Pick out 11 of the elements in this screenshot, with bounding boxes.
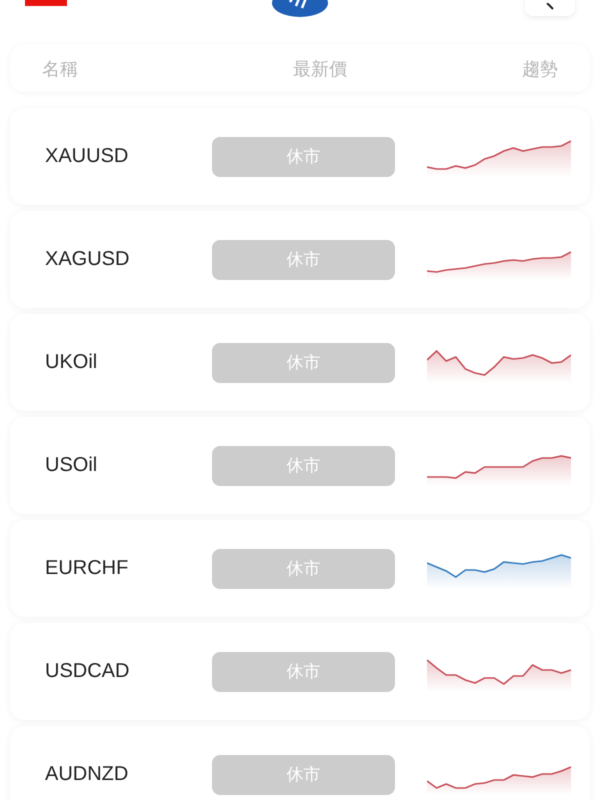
symbol-name: XAGUSD bbox=[44, 248, 130, 271]
symbol-name: UKOil bbox=[44, 351, 98, 374]
column-header: 最新價 bbox=[293, 58, 347, 80]
column-header: 趨勢 bbox=[522, 58, 558, 80]
symbol-name: XAUUSD bbox=[44, 145, 130, 168]
symbol-name: USOil bbox=[44, 454, 98, 477]
column-header: 名稱 bbox=[42, 58, 78, 80]
symbol-name: EURCHF bbox=[44, 557, 130, 580]
symbol-name: USDCAD bbox=[44, 660, 130, 683]
symbol-name: AUDNZD bbox=[44, 763, 130, 786]
logo-icon bbox=[270, 0, 330, 20]
